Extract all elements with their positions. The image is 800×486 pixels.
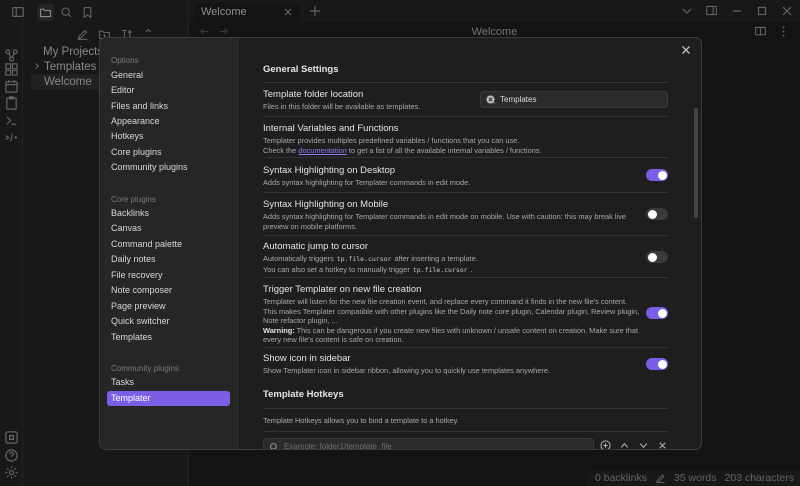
- warning-label: Warning:: [263, 325, 295, 335]
- internal-variables-name: Internal Variables and Functions: [263, 123, 399, 134]
- settings-nav-quick-switcher[interactable]: Quick switcher: [107, 314, 230, 329]
- syntax-desktop-name: Syntax Highlighting on Desktop: [263, 165, 396, 176]
- scrollbar-thumb[interactable]: [694, 108, 698, 218]
- jump-desc2-pre: You can also set a hotkey to manually tr…: [263, 264, 410, 274]
- settings-nav-backlinks[interactable]: Backlinks: [107, 206, 230, 221]
- settings-nav-core-plugins[interactable]: Core plugins: [107, 145, 230, 160]
- settings-nav-page-preview[interactable]: Page preview: [107, 299, 230, 314]
- hotkey-input-placeholder: Example: folder1/template_file: [284, 442, 392, 450]
- sidebar-icon-toggle[interactable]: [646, 358, 668, 370]
- settings-nav-note-composer[interactable]: Note composer: [107, 283, 230, 298]
- settings-nav-community-plugins[interactable]: Community plugins: [107, 160, 230, 175]
- settings-nav-file-recovery[interactable]: File recovery: [107, 268, 230, 283]
- syntax-desktop-desc: Adds syntax highlighting for Templater c…: [263, 178, 471, 187]
- syntax-desktop-toggle[interactable]: [646, 169, 668, 181]
- divider: [263, 157, 668, 158]
- jump-to-cursor-desc: Automatically triggers tp.file.cursor afte…: [263, 254, 643, 275]
- cursor-code-2: tp.file.cursor: [412, 265, 468, 274]
- jump-to-cursor-name: Automatic jump to cursor: [263, 241, 369, 252]
- syntax-mobile-toggle[interactable]: [646, 208, 668, 220]
- settings-nav-general[interactable]: General: [107, 68, 230, 83]
- settings-nav-appearance[interactable]: Appearance: [107, 114, 230, 129]
- settings-nav-command-palette[interactable]: Command palette: [107, 237, 230, 252]
- community-plugins-header: Community plugins: [111, 364, 180, 373]
- settings-nav-templater[interactable]: Templater: [107, 391, 230, 406]
- settings-sidebar: Options General Editor Files and links A…: [100, 38, 238, 449]
- general-settings-heading: General Settings: [263, 64, 339, 75]
- documentation-link[interactable]: documentation: [298, 146, 346, 155]
- internal-desc-pre: Check the: [263, 145, 297, 155]
- sidebar-icon-name: Show icon in sidebar: [263, 353, 351, 364]
- settings-nav-daily-notes[interactable]: Daily notes: [107, 252, 230, 267]
- settings-nav-editor[interactable]: Editor: [107, 83, 230, 98]
- clear-input-icon[interactable]: [486, 95, 495, 104]
- divider: [263, 277, 668, 278]
- options-header: Options: [111, 56, 139, 65]
- jump-desc2-post: .: [470, 264, 473, 274]
- divider: [263, 235, 668, 236]
- internal-desc-post: to get a list of all the available inter…: [348, 145, 542, 155]
- divider: [263, 82, 668, 83]
- sidebar-icon-desc: Show Templater icon in sidebar ribbon, a…: [263, 366, 551, 375]
- jump-desc-pre: Automatically triggers: [263, 254, 334, 263]
- add-hotkey-icon[interactable]: [600, 440, 611, 449]
- divider: [263, 347, 668, 348]
- internal-variables-desc: Templater provides multiples predefined …: [263, 136, 643, 155]
- settings-content: General Settings Template folder locatio…: [239, 38, 701, 449]
- settings-nav-templates[interactable]: Templates: [107, 330, 230, 345]
- cursor-code: tp.file.cursor: [336, 255, 392, 263]
- jump-desc-post: after inserting a template.: [394, 254, 478, 263]
- template-hotkeys-heading: Template Hotkeys: [263, 389, 344, 400]
- folder-location-name: Template folder location: [263, 89, 364, 100]
- trigger-desc-1: Templater will listen for the new file c…: [263, 297, 628, 306]
- folder-location-input[interactable]: Templates: [480, 91, 668, 108]
- jump-to-cursor-toggle[interactable]: [646, 251, 668, 263]
- template-hotkeys-desc: Template Hotkeys allows you to bind a te…: [263, 416, 459, 425]
- syntax-mobile-desc: Adds syntax highlighting for Templater c…: [263, 212, 627, 231]
- trigger-new-file-desc: Templater will listen for the new file c…: [263, 297, 643, 345]
- settings-nav-files-and-links[interactable]: Files and links: [107, 99, 230, 114]
- syntax-mobile-name: Syntax Highlighting on Mobile: [263, 199, 389, 210]
- divider: [263, 192, 668, 193]
- settings-nav-hotkeys[interactable]: Hotkeys: [107, 129, 230, 144]
- template-hotkey-search-input[interactable]: Example: folder1/template_file: [263, 438, 594, 450]
- move-up-icon[interactable]: [619, 440, 630, 449]
- settings-nav-tasks[interactable]: Tasks: [107, 375, 230, 390]
- settings-nav-canvas[interactable]: Canvas: [107, 221, 230, 236]
- divider: [263, 116, 668, 117]
- internal-variables-desc-line1: Templater provides multiples predefined …: [263, 136, 520, 145]
- divider: [263, 408, 668, 409]
- folder-location-value: Templates: [500, 95, 537, 104]
- trigger-new-file-name: Trigger Templater on new file creation: [263, 284, 422, 295]
- settings-modal: Options General Editor Files and links A…: [99, 37, 702, 450]
- move-down-icon[interactable]: [638, 440, 649, 449]
- search-icon: [269, 442, 279, 449]
- delete-hotkey-icon[interactable]: [657, 440, 668, 449]
- warning-text: This can be dangerous if you create new …: [263, 325, 639, 345]
- core-plugins-header: Core plugins: [111, 195, 156, 204]
- trigger-new-file-toggle[interactable]: [646, 307, 668, 319]
- trigger-desc-2: This makes Templater compatible with oth…: [263, 306, 640, 326]
- divider: [263, 431, 668, 432]
